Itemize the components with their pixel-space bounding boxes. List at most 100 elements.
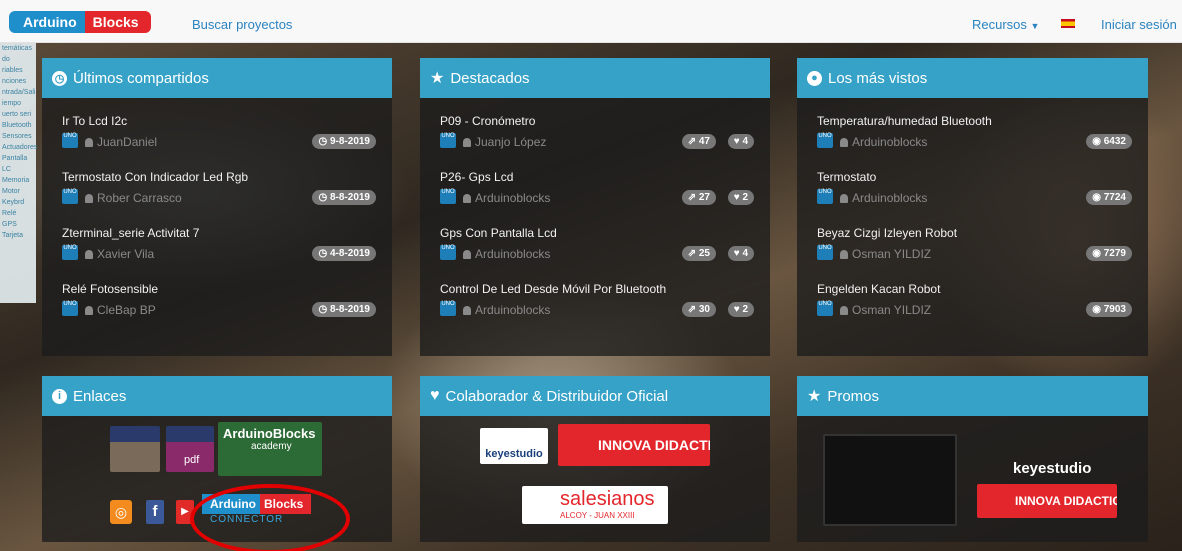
project-row[interactable]: P09 - Cronómetro UNO Juanjo López ⇗ 47 ♥ 4 [440, 114, 754, 160]
project-author[interactable]: Juanjo López [463, 135, 546, 149]
shares-badge-value: 27 [698, 192, 710, 203]
likes-badge-value: 4 [742, 248, 748, 259]
project-author[interactable]: Arduinoblocks [463, 303, 550, 317]
block-category: Actuadores [2, 144, 38, 151]
project-row[interactable]: Beyaz Cizgi Izleyen Robot UNO Osman YILDIZ… [817, 226, 1132, 272]
blocks-book-link[interactable] [110, 426, 160, 472]
eye-icon: ● [807, 70, 822, 86]
project-title[interactable]: P26- Gps Lcd [440, 170, 513, 184]
project-author[interactable]: Osman YILDIZ [840, 247, 931, 261]
project-author[interactable]: Rober Carrasco [85, 191, 182, 205]
search-projects-link[interactable]: Buscar proyectos [192, 17, 292, 32]
arduino-uno-icon: UNO [817, 189, 833, 204]
project-title[interactable]: Ir To Lcd I2c [62, 114, 127, 128]
arduinoblocks-logo[interactable]: Arduino Blocks [9, 11, 165, 33]
shares-badge-value: 25 [698, 248, 710, 259]
project-row[interactable]: Termostato UNO Arduinoblocks ◉ 7724 [817, 170, 1132, 216]
likes-badge: ♥ 2 [727, 190, 754, 205]
project-row[interactable]: Ir To Lcd I2c UNO JuanDaniel ◷ 9-8-2019 [62, 114, 376, 160]
most-viewed-header: ● Los más vistos [797, 58, 1148, 98]
block-category: iempo [2, 100, 22, 107]
project-title[interactable]: Beyaz Cizgi Izleyen Robot [817, 226, 957, 240]
project-row[interactable]: Termostato Con Indicador Led Rgb UNO Rober… [62, 170, 376, 216]
links-panel: i Enlaces pdf ArduinoBlocks academy ◎ f … [42, 376, 392, 551]
latest-shared-panel: ◷ Últimos compartidos Ir To Lcd I2c UNO Ju… [42, 58, 392, 356]
share-icon: ⇗ [687, 192, 699, 203]
arduino-uno-icon: UNO [817, 245, 833, 260]
promo-board-image[interactable] [823, 434, 957, 526]
project-title[interactable]: Temperatura/humedad Bluetooth [817, 114, 992, 128]
date-badge: ◷ 9-8-2019 [312, 134, 376, 149]
project-title[interactable]: Zterminal_serie Activitat 7 [62, 226, 199, 240]
promo-keyestudio-label[interactable]: keyestudio [1013, 460, 1103, 477]
block-category: temáticas [2, 45, 32, 52]
project-title[interactable]: Control De Led Desde Móvil Por Bluetooth [440, 282, 666, 296]
logo-text-right: Blocks [84, 11, 151, 33]
academy-link[interactable]: ArduinoBlocks academy [218, 422, 322, 476]
spanish-flag-icon[interactable] [1061, 19, 1075, 28]
project-title[interactable]: Relé Fotosensible [62, 282, 158, 296]
salesianos-subtitle: ALCOY - JUAN XXIII [560, 511, 635, 520]
date-badge: ◷ 8-8-2019 [312, 302, 376, 317]
block-category: Bluetooth [2, 122, 32, 129]
arduino-uno-icon: UNO [62, 301, 78, 316]
date-badge-value: 8-8-2019 [329, 304, 370, 315]
project-row[interactable]: Control De Led Desde Móvil Por Bluetooth… [440, 282, 754, 328]
partners-title: Colaborador & Distribuidor Oficial [445, 387, 669, 405]
date-badge: ◷ 4-8-2019 [312, 246, 376, 261]
project-row[interactable]: P26- Gps Lcd UNO Arduinoblocks ⇗ 27 ♥ 2 [440, 170, 754, 216]
project-author[interactable]: Xavier Vila [85, 247, 154, 261]
shares-badge-value: 47 [698, 136, 710, 147]
date-badge: ◷ 8-8-2019 [312, 190, 376, 205]
share-icon: ⇗ [687, 248, 699, 259]
partners-panel: ♥ Colaborador & Distribuidor Oficial key… [420, 376, 770, 542]
arduino-uno-icon: UNO [62, 189, 78, 204]
project-author[interactable]: Arduinoblocks [840, 191, 927, 205]
project-row[interactable]: Zterminal_serie Activitat 7 UNO Xavier Vil… [62, 226, 376, 272]
project-title[interactable]: Termostato [817, 170, 876, 184]
salesianos-logo[interactable]: salesianos ALCOY - JUAN XXIII [522, 486, 668, 524]
project-title[interactable]: Termostato Con Indicador Led Rgb [62, 170, 248, 184]
project-row[interactable]: Temperatura/humedad Bluetooth UNO Arduinob… [817, 114, 1132, 160]
project-row[interactable]: Gps Con Pantalla Lcd UNO Arduinoblocks ⇗ 25… [440, 226, 754, 272]
project-row[interactable]: Engelden Kacan Robot UNO Osman YILDIZ ◉ 790… [817, 282, 1132, 328]
project-author[interactable]: CleBap BP [85, 303, 156, 317]
academy-title: ArduinoBlocks [223, 426, 316, 441]
pdf-book-link[interactable]: pdf [166, 426, 214, 472]
project-author[interactable]: Arduinoblocks [463, 191, 550, 205]
block-category: riables [2, 67, 23, 74]
salesianos-title: salesianos [560, 488, 655, 510]
caret-down-icon: ▼ [1030, 21, 1040, 31]
block-category: Keybrd [2, 199, 25, 206]
keyestudio-logo[interactable]: keyestudio [480, 428, 548, 464]
featured-panel: ★ Destacados P09 - Cronómetro UNO Juanjo L… [420, 58, 770, 356]
rss-icon[interactable]: ◎ [110, 500, 132, 524]
project-row[interactable]: Relé Fotosensible UNO CleBap BP ◷ 8-8-2019 [62, 282, 376, 328]
login-link[interactable]: Iniciar sesión [1101, 17, 1177, 32]
shares-badge: ⇗ 30 [681, 302, 716, 317]
background-block-list: temáticas do riables nciones ntrada/Sali iemp… [0, 43, 38, 303]
date-badge-value: 9-8-2019 [329, 136, 370, 147]
project-author[interactable]: Osman YILDIZ [840, 303, 931, 317]
block-category: nciones [2, 78, 27, 85]
project-author[interactable]: Arduinoblocks [840, 135, 927, 149]
project-title[interactable]: P09 - Cronómetro [440, 114, 535, 128]
promo-innova-logo[interactable]: INNOVA DIDACTIC [977, 484, 1117, 518]
likes-badge-value: 2 [742, 304, 748, 315]
clock-icon: ◷ [52, 70, 67, 86]
block-category: Relé [2, 210, 17, 217]
links-title: Enlaces [73, 387, 127, 405]
block-category: ntrada/Sali [2, 89, 36, 96]
likes-badge: ♥ 2 [727, 302, 754, 317]
project-author[interactable]: Arduinoblocks [463, 247, 550, 261]
latest-shared-header: ◷ Últimos compartidos [42, 58, 392, 98]
innova-didactic-logo[interactable]: INNOVA DIDACTIC [558, 424, 710, 466]
block-category: Tarjeta [2, 232, 24, 239]
project-title[interactable]: Engelden Kacan Robot [817, 282, 940, 296]
project-title[interactable]: Gps Con Pantalla Lcd [440, 226, 557, 240]
project-author[interactable]: JuanDaniel [85, 135, 157, 149]
shares-badge: ⇗ 47 [681, 134, 716, 149]
resources-dropdown[interactable]: Recursos ▼ [972, 17, 1039, 32]
views-badge: ◉ 7279 [1086, 246, 1132, 261]
facebook-icon[interactable]: f [146, 500, 164, 524]
